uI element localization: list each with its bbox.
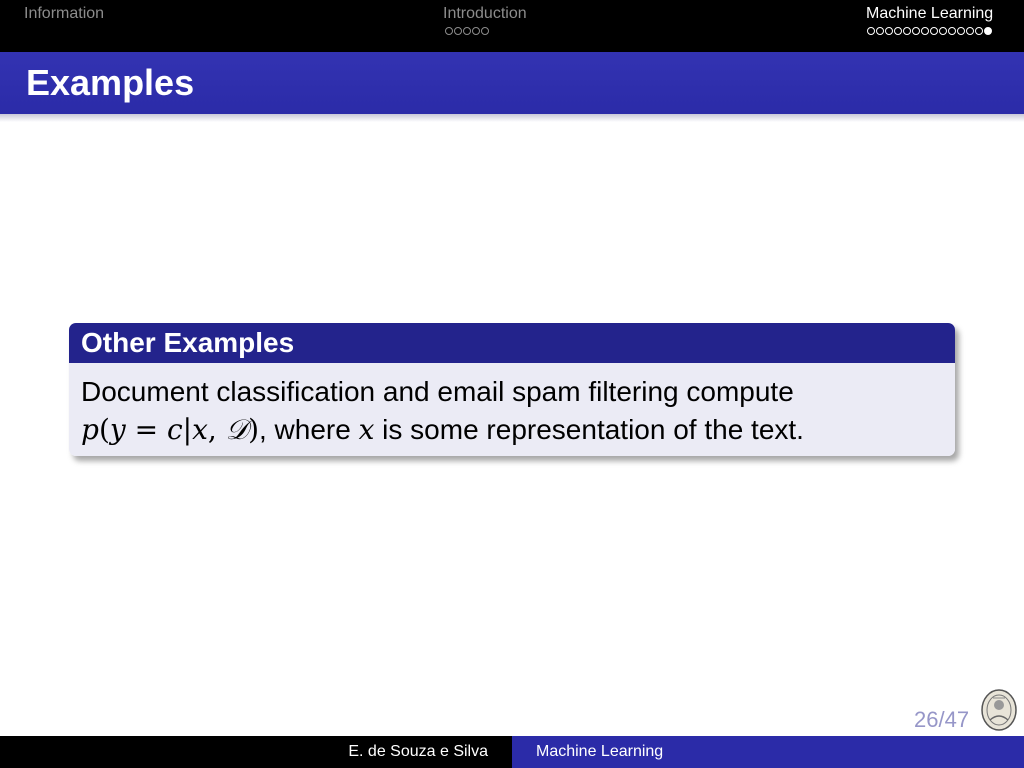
nav-dot[interactable] [885, 27, 893, 35]
nav-section-introduction[interactable]: Introduction [443, 5, 527, 23]
example-block: Other Examples Document classification a… [69, 323, 955, 456]
footer-author-section: E. de Souza e Silva [0, 736, 512, 768]
nav-dot[interactable] [472, 27, 480, 35]
line2-end: is some representation of the text. [374, 414, 804, 445]
nav-dot[interactable] [867, 27, 875, 35]
nav-dot[interactable] [975, 27, 983, 35]
formula-comma: , [207, 413, 226, 446]
nav-dot[interactable] [948, 27, 956, 35]
block-title: Other Examples [69, 323, 955, 363]
page-number: 26/47 [914, 707, 970, 732]
nav-dot[interactable] [445, 27, 453, 35]
line2-where: , where [259, 414, 359, 445]
block-body: Document classification and email spam f… [69, 363, 955, 456]
footer-author: E. de Souza e Silva [348, 743, 488, 760]
nav-dot[interactable] [957, 27, 965, 35]
university-seal-icon [981, 689, 1017, 731]
formula-y: y [109, 413, 126, 446]
nav-section-information[interactable]: Information [24, 5, 104, 23]
nav-dot[interactable] [930, 27, 938, 35]
probability-formula: p(y = c|x, 𝒟) [81, 413, 259, 446]
formula-close-paren: ) [248, 413, 259, 446]
nav-dot[interactable] [894, 27, 902, 35]
block-line-2: p(y = c|x, 𝒟), where x is some represent… [81, 411, 955, 449]
formula-open-paren: ( [98, 413, 110, 446]
nav-dot[interactable] [939, 27, 947, 35]
nav-dot[interactable] [903, 27, 911, 35]
nav-dot[interactable] [463, 27, 471, 35]
nav-dots-introduction [445, 27, 489, 35]
navigation-bar: Information Introduction Machine Learnin… [0, 0, 1024, 52]
formula-x: x [192, 413, 208, 446]
nav-section-machine-learning[interactable]: Machine Learning [866, 5, 993, 23]
nav-dot[interactable] [876, 27, 884, 35]
nav-dot[interactable] [481, 27, 489, 35]
formula-given-bar: | [182, 413, 193, 446]
nav-dot[interactable] [454, 27, 462, 35]
nav-dot[interactable] [966, 27, 974, 35]
formula-c: c [166, 413, 183, 446]
nav-dots-machine-learning [867, 27, 992, 35]
formula-equals: = [125, 413, 167, 446]
frame-title: Examples [26, 62, 195, 103]
line2-variable-x: x [358, 413, 375, 446]
title-bar-shadow [0, 114, 1024, 122]
block-line-1: Document classification and email spam f… [81, 376, 794, 407]
nav-dot[interactable] [984, 27, 992, 35]
footer-title: Machine Learning [536, 743, 664, 760]
nav-dot[interactable] [921, 27, 929, 35]
nav-dot[interactable] [912, 27, 920, 35]
formula-dataset: 𝒟 [225, 413, 249, 446]
formula-p: p [81, 413, 99, 446]
footer-title-section: Machine Learning [512, 736, 1024, 768]
